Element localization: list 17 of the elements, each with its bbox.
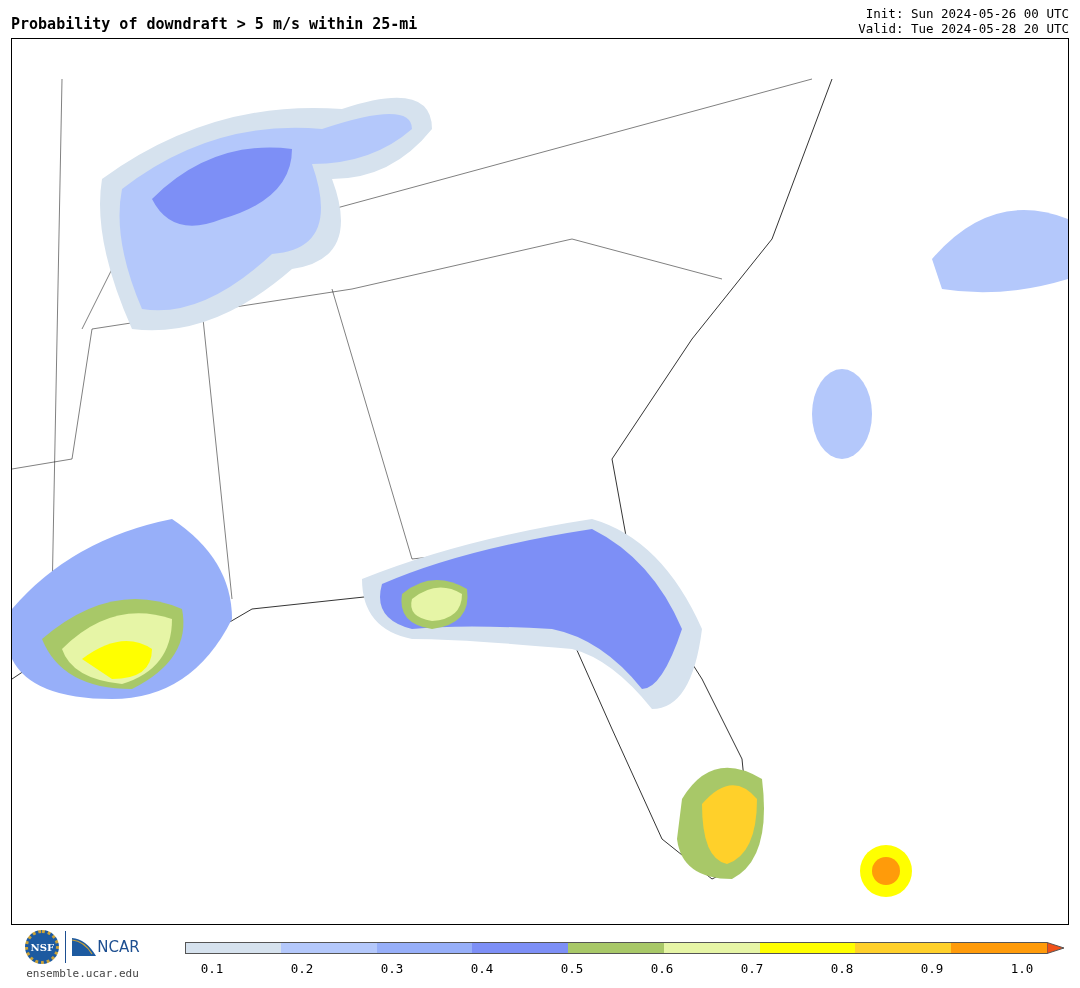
tick-label: 0.9 (919, 961, 945, 976)
tick-label: 1.0 (1009, 961, 1035, 976)
tick-label: 0.8 (829, 961, 855, 976)
tick-label: 0.7 (739, 961, 765, 976)
tick-label: 0.3 (379, 961, 405, 976)
plot-title: Probability of downdraft > 5 m/s within 25-mi (11, 15, 418, 35)
tick-label: 0.1 (199, 961, 225, 976)
init-time: Init: Sun 2024-05-26 00 UTC (865, 6, 1069, 21)
website-url: ensemble.ucar.edu (26, 967, 139, 980)
tick-label: 0.2 (289, 961, 315, 976)
ncar-logo: NCAR (97, 938, 140, 956)
tick-label: 0.6 (649, 961, 675, 976)
tick-label: 0.5 (559, 961, 585, 976)
valid-time: Valid: Tue 2024-05-28 20 UTC (858, 21, 1069, 36)
nsf-logo: NSF (25, 930, 60, 964)
tick-label: 0.4 (469, 961, 495, 976)
swoosh-icon (72, 938, 97, 956)
